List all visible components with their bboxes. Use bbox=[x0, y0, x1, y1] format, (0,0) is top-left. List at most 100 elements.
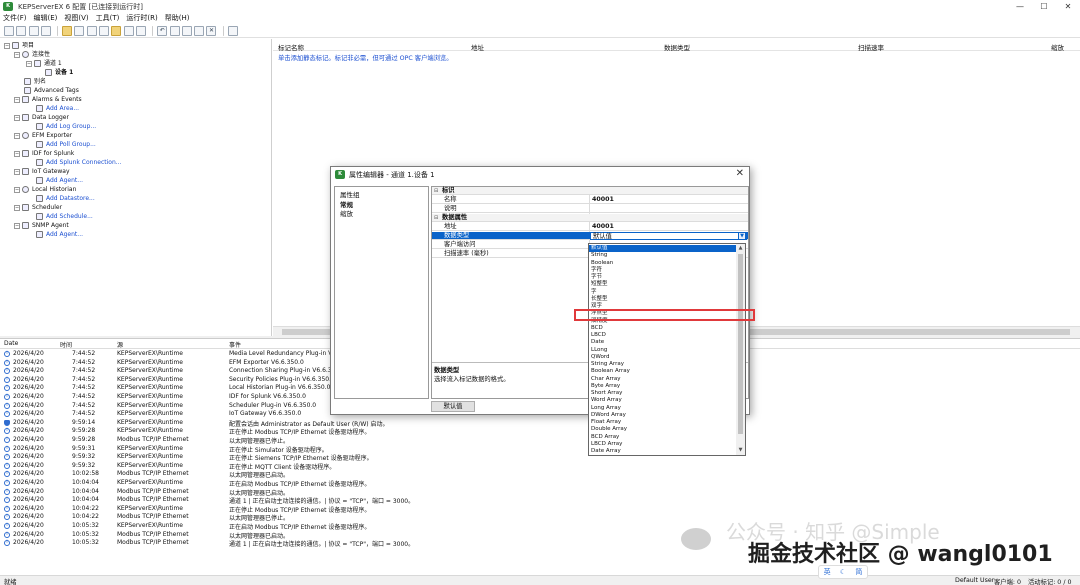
menu-file[interactable]: 文件(F) bbox=[3, 13, 27, 23]
tree-node-project[interactable]: − 项目 bbox=[4, 41, 34, 50]
dropdown-option[interactable]: BCD bbox=[591, 325, 603, 332]
collapse-icon[interactable]: − bbox=[14, 132, 20, 139]
col-scaling[interactable]: 缩放 bbox=[1051, 42, 1064, 52]
col-time[interactable]: 时间 bbox=[60, 340, 72, 349]
menu-runtime[interactable]: 运行时(R) bbox=[126, 13, 157, 23]
close-button[interactable]: ✕ bbox=[1056, 0, 1080, 13]
tree-node-efm-exporter[interactable]: − EFM Exporter bbox=[14, 131, 72, 140]
tree-node-device[interactable]: 设备 1 bbox=[45, 68, 73, 77]
default-button[interactable]: 默认值 bbox=[431, 401, 475, 412]
collapse-icon[interactable]: − bbox=[14, 96, 20, 103]
add-area-link[interactable]: Add Area... bbox=[36, 104, 79, 113]
dropdown-option[interactable]: Boolean Array bbox=[591, 368, 630, 375]
add-static-tag-hint[interactable]: 单击添加静态标记。标记非必需，但可通过 OPC 客户端浏览。 bbox=[278, 53, 453, 62]
scroll-down-icon[interactable]: ▼ bbox=[736, 446, 745, 455]
add-splunk-connection-link[interactable]: Add Splunk Connection... bbox=[36, 158, 121, 167]
dropdown-option[interactable]: QWord bbox=[591, 354, 609, 361]
dropdown-option[interactable]: 短整型 bbox=[591, 281, 608, 288]
ime-indicator[interactable]: 英 ☾ 简 bbox=[818, 565, 868, 579]
add-agent-link[interactable]: Add Agent... bbox=[36, 176, 83, 185]
connect-icon[interactable] bbox=[62, 25, 73, 36]
prop-data-type-row[interactable]: 数据类型 默认值 ▼ bbox=[432, 232, 748, 240]
add-log-group-link[interactable]: Add Log Group... bbox=[36, 122, 96, 131]
save-icon[interactable] bbox=[28, 25, 39, 36]
tree-node-channel[interactable]: − 通道 1 bbox=[26, 59, 62, 68]
log-row[interactable]: i 2026/4/20 10:02:58 Modbus TCP/IP Ethernet… bbox=[0, 470, 1080, 479]
dropdown-option[interactable]: LLong bbox=[591, 347, 607, 354]
prop-name-value[interactable]: 40001 bbox=[592, 196, 614, 204]
collapse-icon[interactable]: − bbox=[14, 204, 20, 211]
dropdown-option[interactable]: BCD Array bbox=[591, 434, 619, 441]
collapse-icon[interactable]: − bbox=[14, 186, 20, 193]
undo-icon[interactable]: ↶ bbox=[157, 25, 168, 36]
dropdown-option[interactable]: Char Array bbox=[591, 376, 621, 383]
add-schedule-link[interactable]: Add Schedule... bbox=[36, 212, 93, 221]
dropdown-option[interactable]: Long Array bbox=[591, 405, 621, 412]
dialog-close-icon[interactable]: ✕ bbox=[736, 168, 744, 179]
add-datastore-link[interactable]: Add Datastore... bbox=[36, 194, 95, 203]
menu-help[interactable]: 帮助(H) bbox=[165, 13, 190, 23]
menu-view[interactable]: 视图(V) bbox=[64, 13, 88, 23]
dropdown-option[interactable]: 字 bbox=[591, 289, 597, 296]
dropdown-option[interactable]: Date Array bbox=[591, 448, 621, 455]
duplicate-tag-icon[interactable] bbox=[135, 25, 146, 36]
scroll-thumb[interactable] bbox=[738, 254, 743, 434]
menu-edit[interactable]: 编辑(E) bbox=[34, 13, 58, 23]
log-row[interactable]: i 2026/4/20 9:59:31 KEPServerEX\Runtime 正在停止… bbox=[0, 445, 1080, 454]
dropdown-option[interactable]: LBCD bbox=[591, 332, 606, 339]
new-channel-icon[interactable] bbox=[74, 25, 85, 36]
scroll-up-icon[interactable]: ▲ bbox=[736, 244, 745, 253]
tree-node-alarms[interactable]: − Alarms & Events bbox=[14, 95, 82, 104]
log-row[interactable]: i 2026/4/20 10:04:04 Modbus TCP/IP Ethernet… bbox=[0, 496, 1080, 505]
log-row[interactable]: i 2026/4/20 10:04:22 KEPServerEX\Runtime 正在停… bbox=[0, 505, 1080, 514]
tree-node-advanced-tags[interactable]: Advanced Tags bbox=[24, 86, 79, 95]
collapse-icon[interactable]: − bbox=[14, 222, 20, 229]
tree-node-data-logger[interactable]: − Data Logger bbox=[14, 113, 69, 122]
data-type-combobox[interactable]: 默认值 ▼ bbox=[590, 232, 747, 240]
save-as-icon[interactable] bbox=[40, 25, 51, 36]
category-identification[interactable]: ⊟ 标识 bbox=[432, 187, 748, 195]
group-scaling[interactable]: 缩放 bbox=[340, 208, 353, 218]
tree-node-connectivity[interactable]: − 连接性 bbox=[14, 50, 50, 59]
col-tag-name[interactable]: 标记名称 bbox=[278, 42, 304, 52]
prop-description-row[interactable]: 说明 bbox=[432, 205, 748, 213]
dropdown-option[interactable]: Word Array bbox=[591, 397, 622, 404]
tree-node-scheduler[interactable]: − Scheduler bbox=[14, 203, 62, 212]
collapse-icon[interactable]: − bbox=[14, 150, 20, 157]
dropdown-option[interactable]: Byte Array bbox=[591, 383, 620, 390]
tree-node-alias[interactable]: 别名 bbox=[24, 77, 46, 86]
dropdown-option[interactable]: 字符 bbox=[591, 267, 602, 274]
delete-icon[interactable]: ✕ bbox=[206, 25, 217, 36]
add-snmp-agent-link[interactable]: Add Agent... bbox=[36, 230, 83, 239]
dropdown-option[interactable]: 长整型 bbox=[591, 296, 608, 303]
dropdown-option[interactable]: LBCD Array bbox=[591, 441, 622, 448]
log-row[interactable]: i 2026/4/20 9:59:32 KEPServerEX\Runtime 正在停止… bbox=[0, 453, 1080, 462]
dropdown-option[interactable]: Boolean bbox=[591, 260, 613, 267]
tree-node-snmp-agent[interactable]: − SNMP Agent bbox=[14, 221, 69, 230]
log-row[interactable]: i 2026/4/20 9:59:32 KEPServerEX\Runtime 正在停止… bbox=[0, 462, 1080, 471]
copy-icon[interactable] bbox=[181, 25, 192, 36]
log-row[interactable]: i 2026/4/20 10:04:04 Modbus TCP/IP Ethernet… bbox=[0, 488, 1080, 497]
col-scan-rate[interactable]: 扫描速率 bbox=[858, 42, 884, 52]
dropdown-option[interactable]: Double Array bbox=[591, 426, 627, 433]
category-data-properties[interactable]: ⊟ 数据属性 bbox=[432, 214, 748, 222]
add-poll-group-link[interactable]: Add Poll Group... bbox=[36, 140, 96, 149]
tree-node-iot-gateway[interactable]: − IoT Gateway bbox=[14, 167, 70, 176]
dropdown-option[interactable]: Date bbox=[591, 339, 604, 346]
quick-client-icon[interactable] bbox=[227, 25, 238, 36]
dialog-title-bar[interactable]: K 属性编辑器 - 通道 1.设备 1 ✕ bbox=[331, 167, 749, 182]
col-data-type[interactable]: 数据类型 bbox=[664, 42, 690, 52]
collapse-icon[interactable]: ⊟ bbox=[434, 214, 438, 222]
collapse-icon[interactable]: ⊟ bbox=[434, 187, 438, 195]
tree-node-idf-splunk[interactable]: − IDF for Splunk bbox=[14, 149, 74, 158]
dropdown-option[interactable]: DWord Array bbox=[591, 412, 626, 419]
cut-icon[interactable] bbox=[169, 25, 180, 36]
ime-mode[interactable]: 简 bbox=[855, 567, 862, 577]
new-tag-icon[interactable] bbox=[111, 25, 122, 36]
collapse-icon[interactable]: − bbox=[26, 60, 32, 67]
dropdown-option[interactable]: Float Array bbox=[591, 419, 621, 426]
dropdown-scrollbar[interactable]: ▲ ▼ bbox=[736, 244, 745, 455]
collapse-icon[interactable]: − bbox=[14, 51, 20, 58]
dropdown-option[interactable]: String Array bbox=[591, 361, 624, 368]
collapse-icon[interactable]: − bbox=[14, 114, 20, 121]
